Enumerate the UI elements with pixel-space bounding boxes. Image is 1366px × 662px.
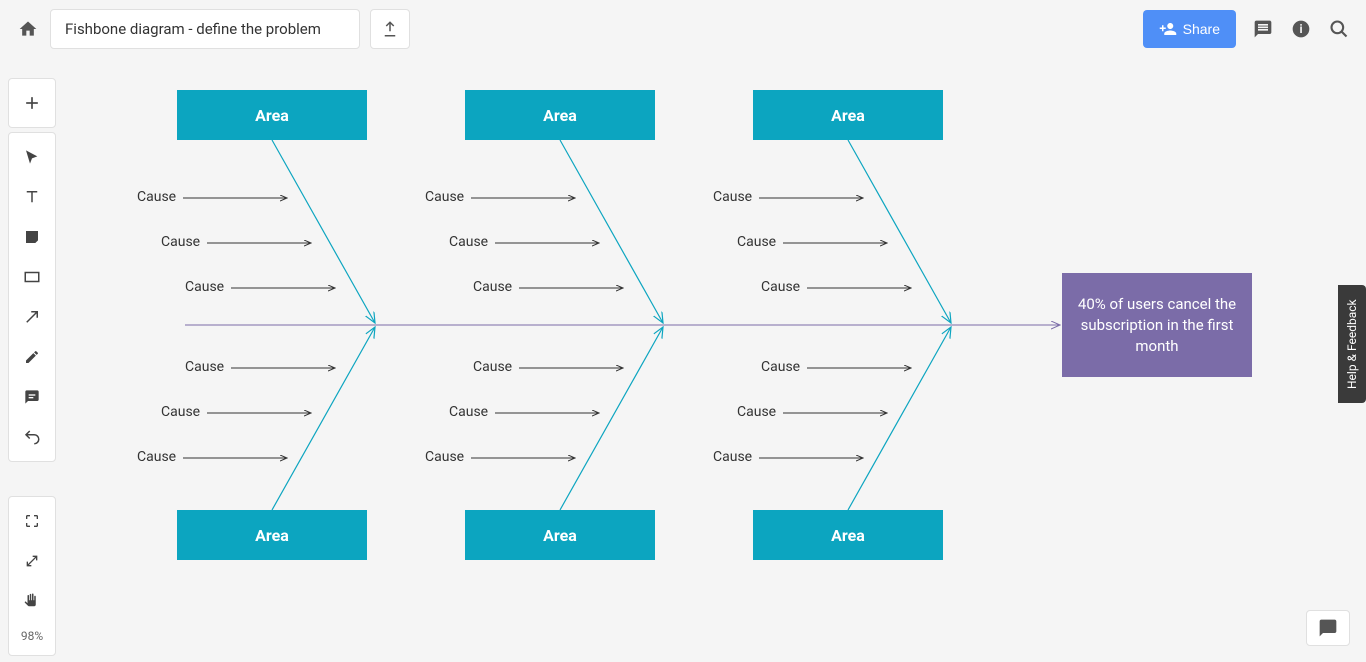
zoom-level[interactable]: 98% [9, 621, 55, 651]
pencil-tool[interactable] [9, 337, 55, 377]
cause-label[interactable]: Cause [161, 234, 200, 250]
cause-label[interactable]: Cause [137, 449, 176, 465]
left-toolbar: 98% [8, 78, 56, 656]
area-box-1-top[interactable]: Area [177, 90, 367, 140]
cause-label[interactable]: Cause [425, 189, 464, 205]
tool-group-main [8, 132, 56, 462]
info-icon[interactable]: i [1290, 18, 1312, 40]
tool-group-view: 98% [8, 496, 56, 656]
cause-label[interactable]: Cause [449, 404, 488, 420]
cause-label[interactable]: Cause [761, 359, 800, 375]
area-box-2-bottom[interactable]: Area [465, 510, 655, 560]
home-icon[interactable] [16, 17, 40, 41]
cause-label[interactable]: Cause [737, 234, 776, 250]
undo-button[interactable] [9, 417, 55, 457]
problem-box[interactable]: 40% of users cancel the subscription in … [1062, 273, 1252, 377]
title-text: Fishbone diagram - define the problem [65, 20, 321, 38]
cause-label[interactable]: Cause [425, 449, 464, 465]
cause-label[interactable]: Cause [185, 359, 224, 375]
add-button[interactable] [9, 83, 55, 123]
tool-group-add [8, 78, 56, 128]
fit-button[interactable] [9, 541, 55, 581]
canvas[interactable]: Area Area Area Area Area Area 40% of use… [65, 58, 1366, 662]
svg-text:i: i [1299, 22, 1302, 36]
cause-label[interactable]: Cause [473, 279, 512, 295]
cause-label[interactable]: Cause [713, 449, 752, 465]
expand-button[interactable] [9, 501, 55, 541]
share-label: Share [1183, 21, 1220, 37]
area-box-3-bottom[interactable]: Area [753, 510, 943, 560]
cause-label[interactable]: Cause [185, 279, 224, 295]
rectangle-tool[interactable] [9, 257, 55, 297]
cause-label[interactable]: Cause [713, 189, 752, 205]
export-button[interactable] [370, 9, 410, 49]
top-bar: Fishbone diagram - define the problem Sh… [0, 0, 1366, 58]
hand-tool[interactable] [9, 581, 55, 621]
area-box-2-top[interactable]: Area [465, 90, 655, 140]
arrow-tool[interactable] [9, 297, 55, 337]
search-icon[interactable] [1328, 18, 1350, 40]
text-tool[interactable] [9, 177, 55, 217]
share-button[interactable]: Share [1143, 10, 1236, 48]
cause-label[interactable]: Cause [137, 189, 176, 205]
note-tool[interactable] [9, 217, 55, 257]
cause-label[interactable]: Cause [161, 404, 200, 420]
cause-label[interactable]: Cause [737, 404, 776, 420]
document-title[interactable]: Fishbone diagram - define the problem [50, 9, 360, 49]
comment-icon[interactable] [1252, 18, 1274, 40]
comment-tool[interactable] [9, 377, 55, 417]
cursor-tool[interactable] [9, 137, 55, 177]
cause-label[interactable]: Cause [761, 279, 800, 295]
area-box-1-bottom[interactable]: Area [177, 510, 367, 560]
cause-label[interactable]: Cause [473, 359, 512, 375]
chat-button[interactable] [1306, 610, 1350, 646]
topbar-left: Fishbone diagram - define the problem [16, 9, 410, 49]
topbar-right: Share i [1143, 10, 1350, 48]
help-feedback-tab[interactable]: Help & Feedback [1338, 285, 1366, 403]
area-box-3-top[interactable]: Area [753, 90, 943, 140]
cause-label[interactable]: Cause [449, 234, 488, 250]
